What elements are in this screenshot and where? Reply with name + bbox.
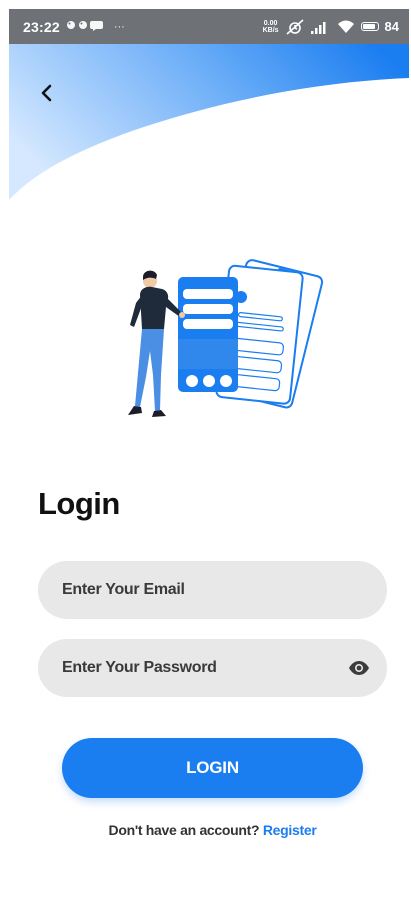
email-field[interactable]	[38, 561, 387, 619]
header-wave	[9, 44, 409, 200]
signal-icon	[310, 21, 326, 34]
notification-icons	[66, 19, 108, 34]
network-speed: 0.00 KB/s	[263, 20, 279, 34]
alarm-off-icon	[286, 18, 304, 35]
register-link[interactable]: Register	[263, 822, 317, 838]
back-button[interactable]	[32, 78, 62, 108]
battery-level: 84	[384, 19, 399, 34]
status-bar: 23:22 ··· 0.00 KB/s 84	[9, 9, 409, 44]
email-input[interactable]	[62, 581, 363, 599]
notification-app-icons	[66, 21, 103, 31]
no-account-text: Don't have an account?	[108, 822, 260, 838]
status-bar-right: 0.00 KB/s 84	[263, 18, 399, 35]
battery-icon	[360, 22, 379, 31]
register-prompt: Don't have an account? Register	[0, 822, 411, 838]
network-speed-unit: KB/s	[262, 26, 279, 34]
status-bar-left: 23:22 ···	[23, 19, 125, 35]
login-screen: 23:22 ··· 0.00 KB/s 84 Login Enter Your …	[0, 0, 411, 897]
page-title: Login	[38, 486, 120, 521]
wifi-icon	[337, 20, 354, 33]
login-button[interactable]: LOGIN	[62, 738, 363, 798]
password-input[interactable]	[62, 659, 345, 677]
password-field[interactable]	[38, 639, 387, 697]
login-illustration	[128, 259, 324, 417]
password-visibility-toggle[interactable]	[345, 653, 373, 683]
more-notifications-icon: ···	[113, 20, 125, 33]
network-speed-value: 0.00	[263, 19, 278, 27]
chevron-left-icon	[41, 84, 52, 102]
eye-icon	[348, 661, 369, 675]
clock: 23:22	[23, 18, 60, 35]
